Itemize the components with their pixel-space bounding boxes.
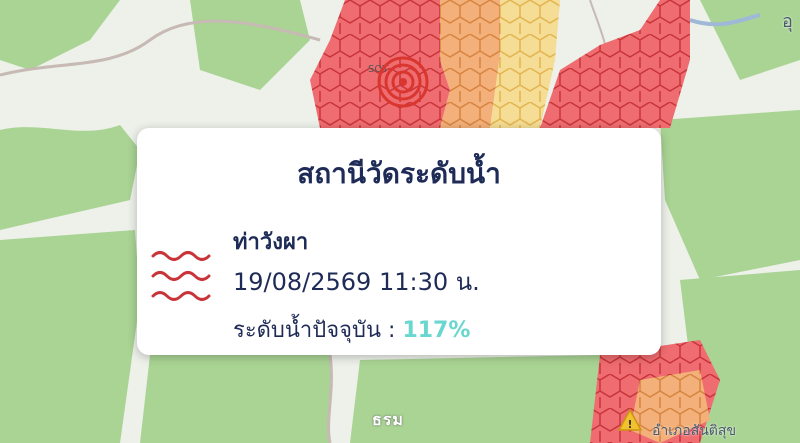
water-waves-icon — [151, 251, 211, 301]
water-level-label: ระดับน้ำปัจจุบัน : — [233, 318, 396, 343]
map-label-town: อุ — [782, 11, 793, 32]
water-level-value: 117% — [402, 318, 471, 343]
water-level-row: ระดับน้ำปัจจุบัน : 117% — [233, 312, 470, 347]
water-station-popup: สถานีวัดระดับน้ำ ท่าวังผา 19/08/2569 11:… — [137, 128, 661, 355]
svg-text:!: ! — [627, 418, 632, 431]
radar-target-icon[interactable] — [377, 56, 429, 108]
map-label-district: อำเภอสันติสุข — [652, 423, 737, 439]
popup-title: สถานีวัดระดับน้ำ — [297, 157, 501, 190]
station-name: ท่าวังผา — [233, 230, 309, 255]
watermark-logo: ธรม — [372, 410, 404, 429]
measurement-datetime: 19/08/2569 11:30 น. — [233, 268, 480, 296]
